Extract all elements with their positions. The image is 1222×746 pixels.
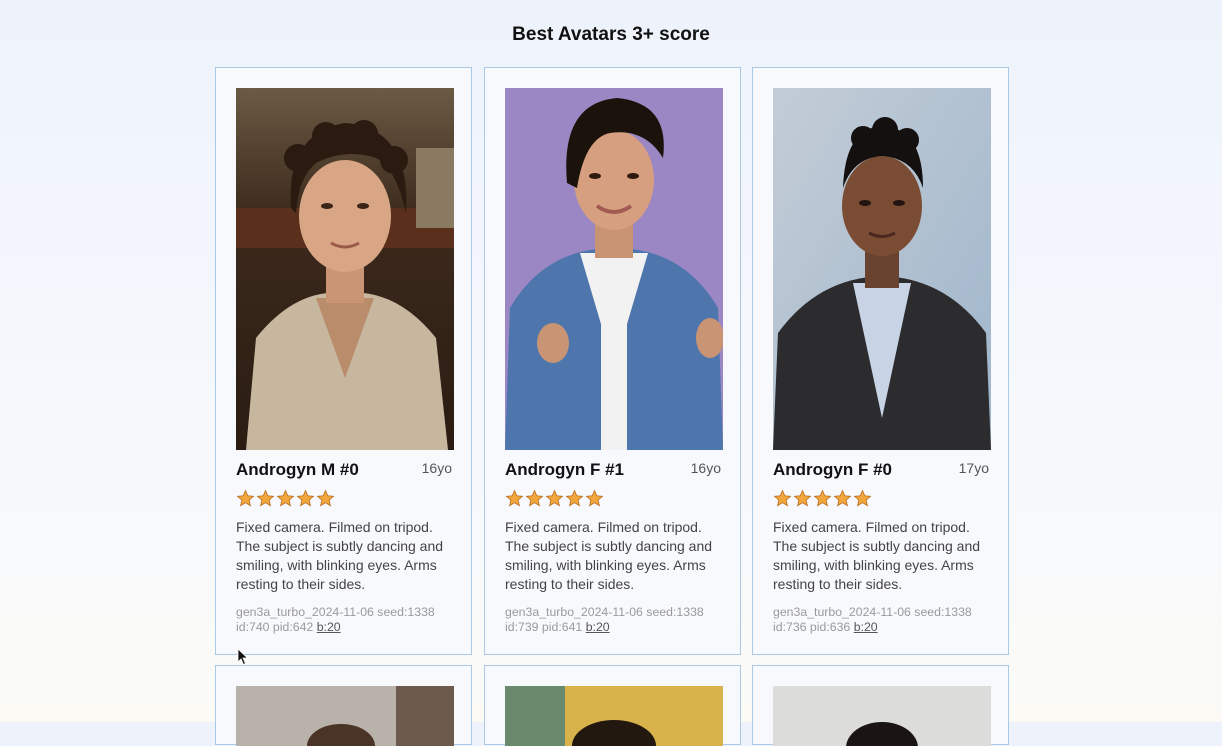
- star-icon: [853, 489, 872, 507]
- mouse-cursor-icon: [237, 648, 249, 666]
- star-rating: [505, 489, 604, 509]
- avatar-card[interactable]: Androgyn F #1 16yo Fixed camera. Filmed …: [484, 67, 741, 655]
- star-icon: [316, 489, 335, 507]
- meta-ids-line: id:740 pid:642 b:20: [236, 620, 466, 635]
- avatar-photo[interactable]: [773, 88, 991, 450]
- meta-ids-line: id:739 pid:641 b:20: [505, 620, 735, 635]
- avatar-photo[interactable]: [505, 686, 723, 746]
- avatar-photo-image: [505, 686, 723, 746]
- meta-generation: gen3a_turbo_2024-11-06 seed:1338: [773, 605, 972, 619]
- batch-link[interactable]: b:20: [317, 620, 341, 634]
- avatar-meta: gen3a_turbo_2024-11-06 seed:1338 id:739 …: [505, 605, 735, 635]
- avatar-photo[interactable]: [505, 88, 723, 450]
- avatar-card[interactable]: [752, 665, 1009, 746]
- avatar-age: 16yo: [690, 460, 721, 476]
- meta-ids-line: id:736 pid:636 b:20: [773, 620, 1003, 635]
- avatar-age: 17yo: [958, 460, 989, 476]
- star-rating: [773, 489, 872, 509]
- avatar-card[interactable]: Androgyn M #0 16yo Fixed camera. Filmed …: [215, 67, 472, 655]
- avatar-photo-image: [236, 88, 454, 450]
- star-rating: [236, 489, 335, 509]
- star-icon: [585, 489, 604, 507]
- page-title: Best Avatars 3+ score: [512, 24, 710, 45]
- meta-ids: id:740 pid:642: [236, 620, 314, 634]
- star-icon: [793, 489, 812, 507]
- avatar-meta: gen3a_turbo_2024-11-06 seed:1338 id:740 …: [236, 605, 466, 635]
- avatar-photo-image: [505, 88, 723, 450]
- avatar-photo-image: [236, 686, 454, 746]
- avatar-meta: gen3a_turbo_2024-11-06 seed:1338 id:736 …: [773, 605, 1003, 635]
- star-icon: [833, 489, 852, 507]
- batch-link[interactable]: b:20: [586, 620, 610, 634]
- meta-ids: id:739 pid:641: [505, 620, 583, 634]
- meta-generation: gen3a_turbo_2024-11-06 seed:1338: [505, 605, 704, 619]
- avatar-age: 16yo: [421, 460, 452, 476]
- avatar-card[interactable]: [215, 665, 472, 746]
- star-icon: [813, 489, 832, 507]
- avatar-description: Fixed camera. Filmed on tripod. The subj…: [236, 519, 444, 592]
- avatar-description: Fixed camera. Filmed on tripod. The subj…: [773, 519, 981, 592]
- avatar-photo[interactable]: [236, 88, 454, 450]
- star-icon: [525, 489, 544, 507]
- star-icon: [505, 489, 524, 507]
- avatar-description: Fixed camera. Filmed on tripod. The subj…: [505, 519, 713, 592]
- avatar-photo-image: [773, 88, 991, 450]
- star-icon: [276, 489, 295, 507]
- star-icon: [256, 489, 275, 507]
- star-icon: [565, 489, 584, 507]
- star-icon: [545, 489, 564, 507]
- avatar-photo[interactable]: [236, 686, 454, 746]
- avatar-name: Androgyn F #0: [773, 460, 893, 479]
- star-icon: [296, 489, 315, 507]
- star-icon: [773, 489, 792, 507]
- avatar-name: Androgyn M #0: [236, 460, 359, 479]
- avatar-photo[interactable]: [773, 686, 991, 746]
- avatar-name: Androgyn F #1: [505, 460, 625, 479]
- meta-generation: gen3a_turbo_2024-11-06 seed:1338: [236, 605, 435, 619]
- meta-ids: id:736 pid:636: [773, 620, 851, 634]
- star-icon: [236, 489, 255, 507]
- avatar-card[interactable]: [484, 665, 741, 746]
- batch-link[interactable]: b:20: [854, 620, 878, 634]
- avatar-card[interactable]: Androgyn F #0 17yo Fixed camera. Filmed …: [752, 67, 1009, 655]
- avatar-photo-image: [773, 686, 991, 746]
